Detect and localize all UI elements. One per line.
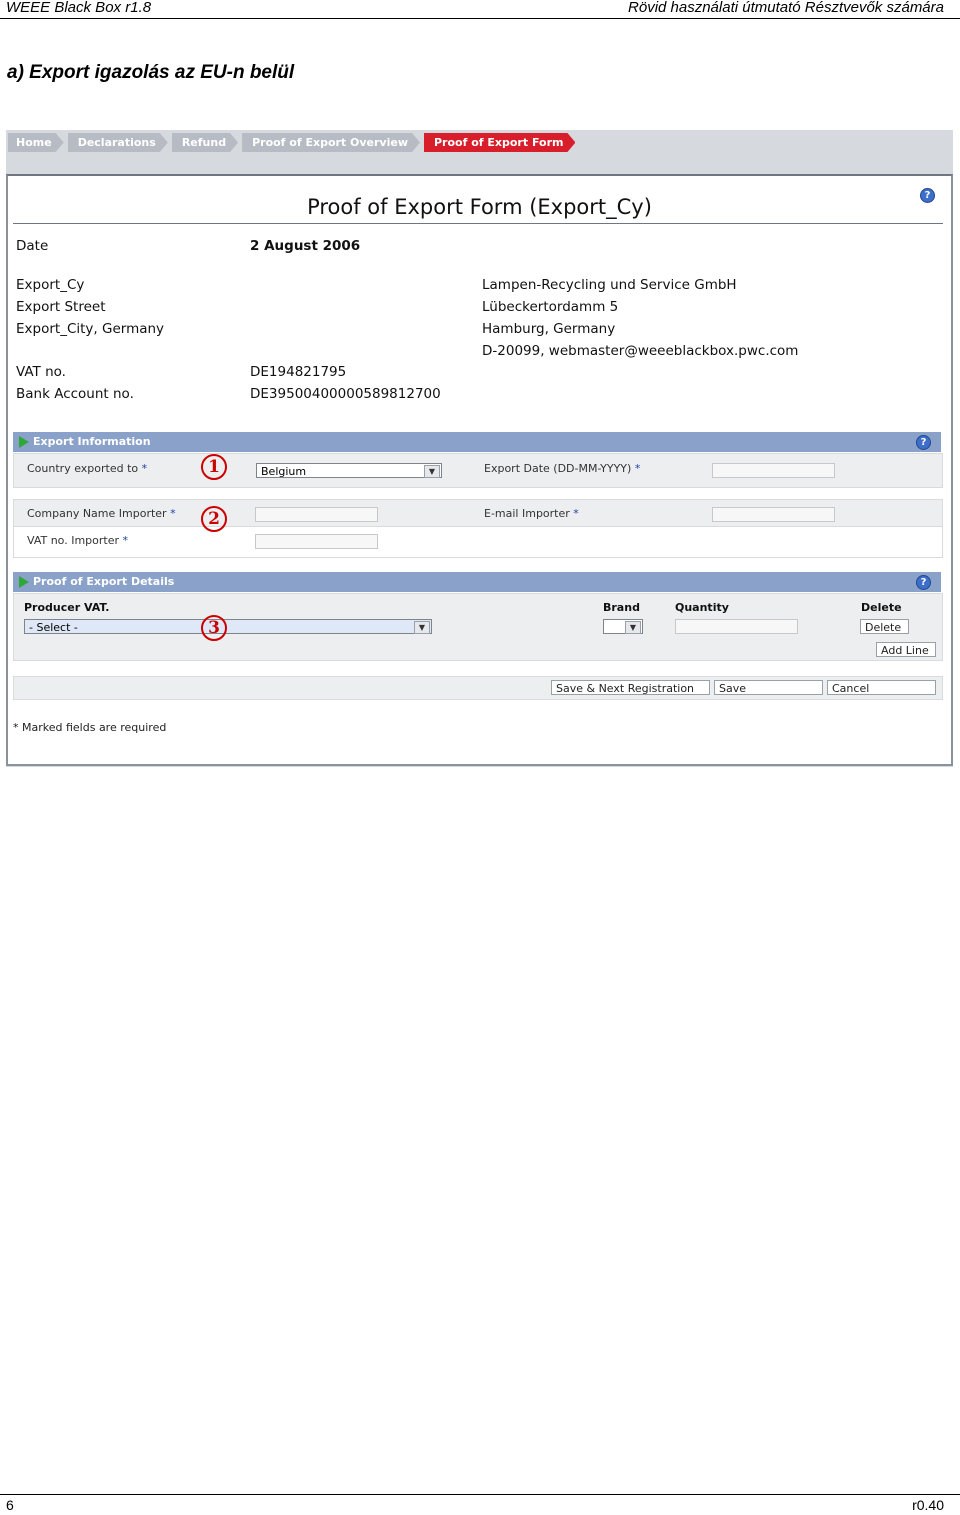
company-name-importer-input[interactable]: [255, 507, 378, 522]
producer-vat-select[interactable]: - Select - ▼: [24, 619, 432, 634]
form-panel: ? Proof of Export Form (Export_Cy) Date …: [6, 174, 953, 766]
exporter-name: Export_Cy: [16, 277, 85, 293]
save-button[interactable]: Save: [714, 680, 823, 695]
play-icon: [19, 436, 29, 448]
document-footer: 6 r0.40: [0, 1494, 960, 1513]
document-header: WEEE Black Box r1.8 Rövid használati útm…: [0, 0, 960, 19]
annotation-marker-3: 3: [201, 615, 227, 641]
annotation-marker-2: 2: [201, 506, 227, 532]
bank-account-value: DE39500400000589812700: [250, 386, 441, 402]
annotation-marker-1: 1: [201, 454, 227, 480]
page-title: Proof of Export Form (Export_Cy): [307, 195, 652, 219]
export-date-label: Export Date (DD-MM-YYYY) *: [484, 462, 641, 475]
chevron-down-icon[interactable]: ▼: [424, 465, 440, 478]
breadcrumb-refund[interactable]: Refund: [172, 133, 238, 152]
breadcrumb-proof-of-export-overview[interactable]: Proof of Export Overview: [242, 133, 420, 152]
recipient-name: Lampen-Recycling und Service GmbH: [482, 277, 737, 293]
quantity-header: Quantity: [675, 601, 729, 614]
vat-importer-row: VAT no. Importer *: [13, 526, 943, 558]
bank-account-label: Bank Account no.: [16, 386, 134, 402]
actions-row: Save & Next Registration Save Cancel: [13, 676, 943, 700]
vat-value: DE194821795: [250, 364, 347, 380]
export-information-bar: Export Information: [13, 432, 941, 452]
version-number: r0.40: [912, 1497, 944, 1513]
section-title: a) Export igazolás az EU-n belül: [7, 62, 295, 83]
chevron-down-icon[interactable]: ▼: [625, 621, 641, 634]
proof-of-export-details-title: Proof of Export Details: [33, 575, 175, 588]
document-header-left: WEEE Black Box r1.8: [6, 0, 152, 16]
breadcrumb-proof-of-export-form[interactable]: Proof of Export Form: [424, 133, 575, 152]
help-icon[interactable]: ?: [916, 575, 931, 590]
vat-importer-label: VAT no. Importer *: [27, 534, 129, 547]
company-name-importer-label: Company Name Importer *: [27, 507, 176, 520]
play-icon: [19, 576, 29, 588]
email-importer-label: E-mail Importer *: [484, 507, 579, 520]
export-information-title: Export Information: [33, 435, 151, 448]
add-line-button[interactable]: Add Line: [876, 642, 936, 657]
required-fields-note: * Marked fields are required: [13, 721, 167, 734]
date-value: 2 August 2006: [250, 238, 361, 254]
exporter-street: Export Street: [16, 299, 106, 315]
breadcrumb-declarations[interactable]: Declarations: [68, 133, 168, 152]
importer-row: Company Name Importer * E-mail Importer …: [13, 499, 943, 528]
brand-header: Brand: [603, 601, 640, 614]
brand-select[interactable]: ▼: [603, 619, 643, 634]
vat-label: VAT no.: [16, 364, 66, 380]
page-number: 6: [6, 1497, 14, 1513]
recipient-city: Hamburg, Germany: [482, 321, 616, 337]
chevron-down-icon[interactable]: ▼: [414, 621, 430, 634]
exporter-city: Export_City, Germany: [16, 321, 165, 337]
details-table: Producer VAT. Brand Quantity Delete - Se…: [13, 593, 943, 661]
screenshot-frame: Home Declarations Refund Proof of Export…: [6, 130, 953, 767]
breadcrumb-home[interactable]: Home: [8, 133, 64, 152]
email-importer-input[interactable]: [712, 507, 835, 522]
title-divider: [13, 223, 943, 224]
quantity-input[interactable]: [675, 619, 798, 634]
country-label: Country exported to *: [27, 462, 148, 475]
proof-of-export-details-bar: Proof of Export Details: [13, 572, 941, 592]
delete-header: Delete: [861, 601, 902, 614]
help-icon[interactable]: ?: [916, 435, 931, 450]
vat-importer-input[interactable]: [255, 534, 378, 549]
date-label: Date: [16, 238, 49, 254]
breadcrumb: Home Declarations Refund Proof of Export…: [8, 133, 579, 153]
cancel-button[interactable]: Cancel: [827, 680, 936, 695]
export-country-row: Country exported to * Belgium ▼ Export D…: [13, 453, 943, 488]
delete-button[interactable]: Delete: [860, 619, 909, 634]
producer-vat-header: Producer VAT.: [24, 601, 110, 614]
export-date-input[interactable]: [712, 463, 835, 478]
save-next-registration-button[interactable]: Save & Next Registration: [551, 680, 710, 695]
recipient-street: Lübeckertordamm 5: [482, 299, 619, 315]
document-header-right: Rövid használati útmutató Résztvevők szá…: [628, 0, 944, 16]
recipient-contact: D-20099, webmaster@weeeblackbox.pwc.com: [482, 343, 799, 359]
country-select[interactable]: Belgium ▼: [256, 463, 442, 478]
